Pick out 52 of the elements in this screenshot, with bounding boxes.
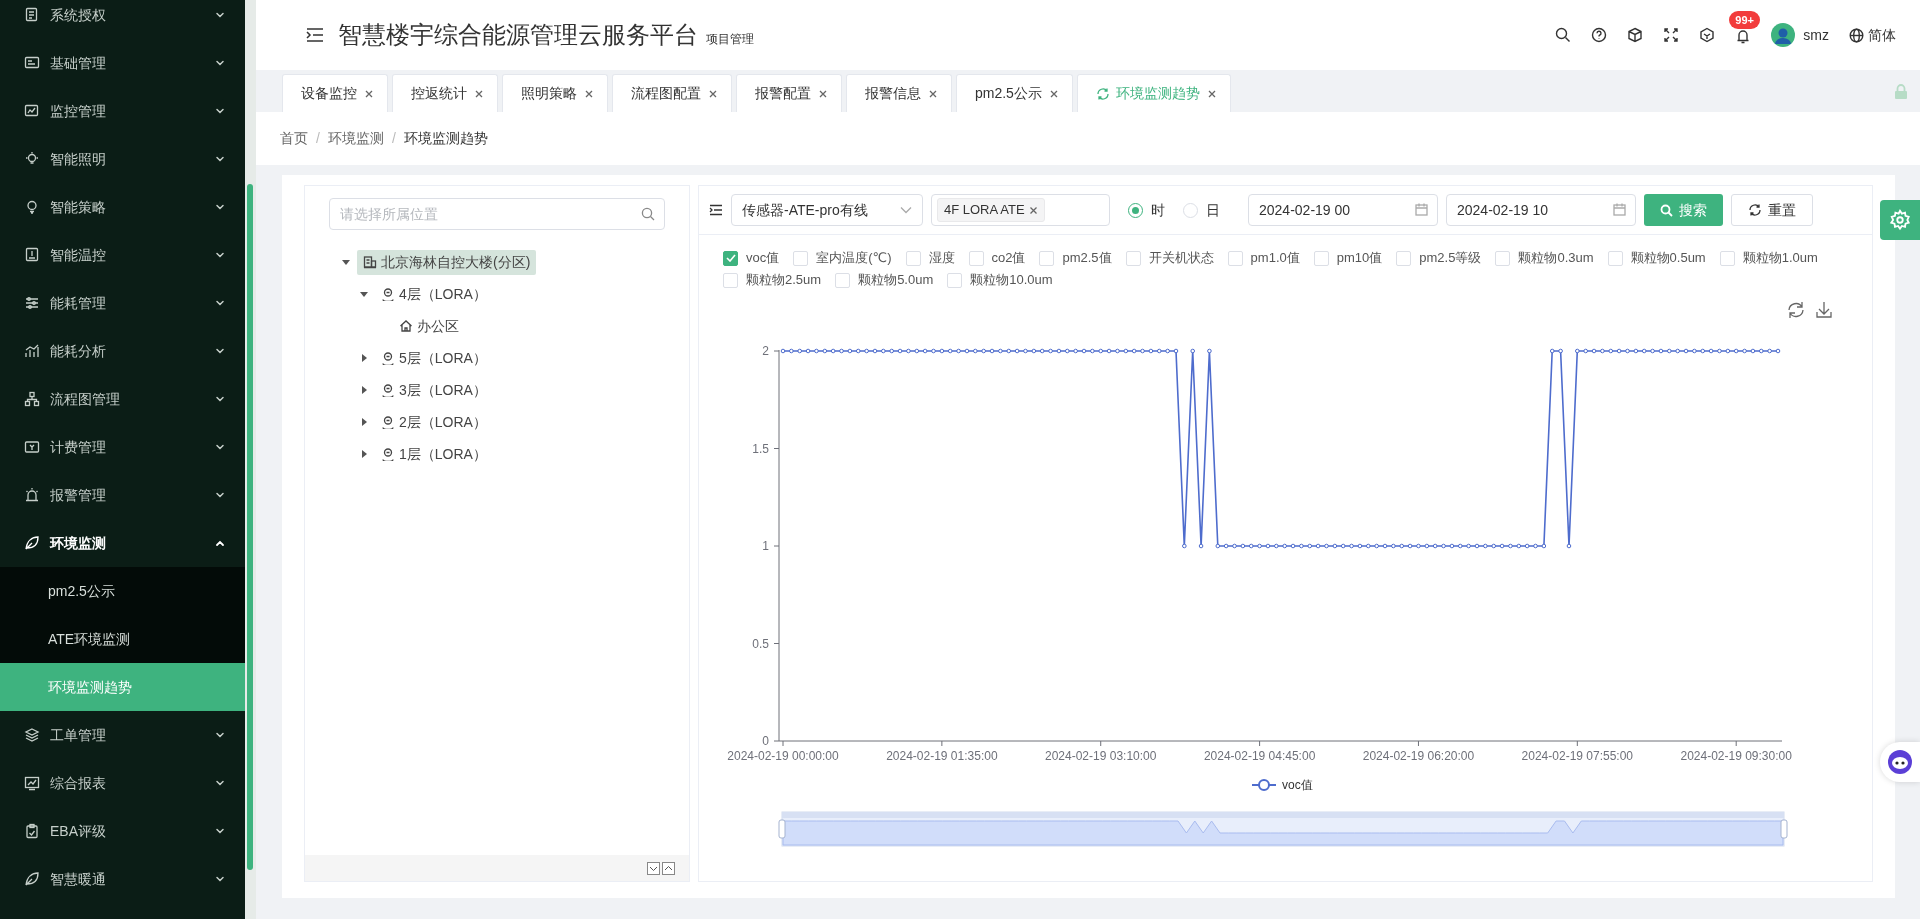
sidebar-label: 智能照明	[50, 149, 107, 169]
axis-tick-label: 0.5	[752, 636, 769, 651]
app-subtitle: 项目管理	[706, 31, 754, 48]
checkbox-label: pm2.5等级	[1419, 249, 1482, 268]
axis-tick-label: 2024-02-19 09:30:00	[1680, 749, 1792, 763]
axis-tick-label: 2024-02-19 06:20:00	[1362, 749, 1475, 763]
checkbox-label: 室内温度(℃)	[816, 249, 892, 268]
checkbox-label: 颗粒物0.5um	[1630, 249, 1706, 268]
sidebar-label: 工单管理	[50, 725, 107, 745]
sidebar-label: 基础管理	[50, 53, 107, 73]
checkbox-label: 颗粒物1.0um	[1742, 249, 1818, 268]
checkbox-label: pm10值	[1336, 249, 1383, 268]
axis-tick-label: 0	[762, 734, 769, 748]
notification-badge: 99+	[1729, 10, 1760, 29]
radio-label: 时	[1151, 200, 1165, 220]
breadcrumb-current: 环境监测趋势	[403, 129, 488, 148]
axis-tick-label: 2024-02-19 03:10:00	[1045, 749, 1157, 763]
breadcrumb-separator: /	[316, 129, 320, 148]
sidebar-label: 综合报表	[50, 773, 107, 793]
radio-label: 日	[1206, 200, 1220, 220]
axis-tick-label: 2024-02-19 00:00:00	[727, 749, 839, 763]
sidebar-label: 报警管理	[50, 485, 107, 505]
sidebar-label: 计费管理	[50, 437, 107, 457]
sidebar-label: 能耗管理	[50, 293, 107, 313]
app-title: 智慧楼宇综合能源管理云服务平台	[338, 20, 698, 50]
checkbox-label: co2值	[991, 249, 1026, 268]
checkbox-label: pm2.5值	[1062, 249, 1112, 268]
legend-label: voc值	[1282, 778, 1313, 792]
checkbox-label: 颗粒物5.0um	[858, 271, 934, 290]
checkbox-label: 开关机状态	[1148, 249, 1214, 268]
axis-tick-label: 2024-02-19 07:55:00	[1521, 749, 1634, 763]
sidebar-label: 环境监测	[50, 533, 107, 553]
sidebar-label: EBA评级	[50, 821, 107, 841]
sidebar-label: 监控管理	[50, 101, 107, 121]
sidebar-label: 智能温控	[50, 245, 107, 265]
axis-tick-label: 2	[762, 344, 769, 358]
checkbox-label: voc值	[746, 249, 780, 268]
checkbox-label: 颗粒物10.0um	[970, 271, 1053, 290]
axis-tick-label: 1	[762, 539, 769, 553]
sidebar-label: 系统授权	[50, 5, 107, 25]
checkbox-label: pm1.0值	[1250, 249, 1300, 268]
axis-tick-label: 2024-02-19 01:35:00	[886, 749, 998, 763]
axis-tick-label: 1.5	[752, 441, 769, 456]
sidebar-label: 智慧暖通	[50, 869, 107, 889]
checkbox-label: 颗粒物2.5um	[746, 271, 822, 290]
checkbox-label: 湿度	[928, 249, 955, 268]
axis-tick-label: 2024-02-19 04:45:00	[1203, 749, 1316, 763]
sidebar-label: 能耗分析	[50, 341, 107, 361]
breadcrumb-separator: /	[391, 129, 396, 148]
checkbox-label: 颗粒物0.3um	[1518, 249, 1594, 268]
sidebar-label: 智能策略	[50, 197, 107, 217]
sidebar-label: 流程图管理	[50, 389, 121, 409]
